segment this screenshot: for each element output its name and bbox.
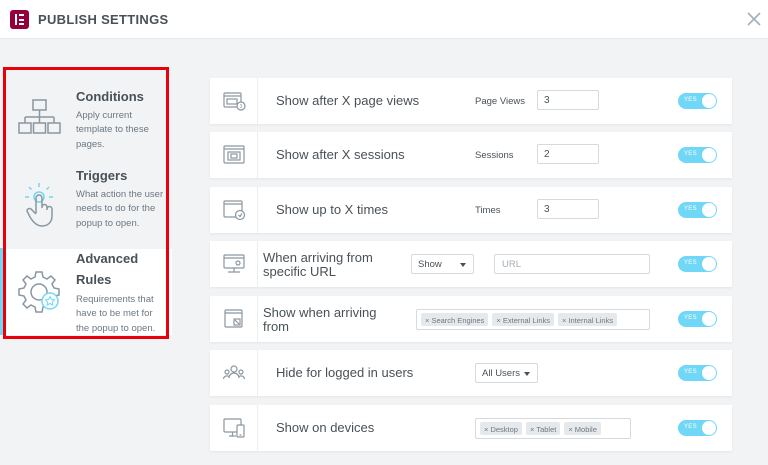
users-icon [210,350,258,396]
sidebar-item-title-line1: Advanced [76,251,139,266]
sidebar-item-advanced-rules[interactable]: Advanced Rules Requirements that have to… [0,249,172,335]
sidebar-item-title: Conditions [76,89,144,104]
rule-specific-url: When arriving from specific URL Show URL… [210,241,732,287]
rule-devices: Show on devices × Desktop × Tablet × Mob… [210,405,732,451]
page-views-input[interactable]: 3 [537,90,599,110]
tag-search-engines[interactable]: × Search Engines [421,313,489,326]
tag-desktop[interactable]: × Desktop [480,422,522,435]
rule-label-line1: When arriving from [263,250,373,265]
field-label: Times [475,205,501,216]
tag-external-links[interactable]: × External Links [492,313,554,326]
sidebar-item-title: Triggers [76,168,128,183]
tag-mobile[interactable]: × Mobile [564,422,601,435]
field-label: Sessions [475,150,514,161]
sidebar-item-title-line2: Rules [76,272,112,287]
devices-toggle[interactable]: YES [678,420,717,436]
modal-title: PUBLISH SETTINGS [38,12,169,27]
active-indicator [0,248,4,335]
rule-label: Show after X page views [276,93,420,108]
rule-logged-in-users: Hide for logged in users All Users YES [210,350,732,396]
rule-label: Show after X sessions [276,147,405,162]
rule-sessions: Show after X sessions Sessions 2 YES [210,132,732,178]
page-views-toggle[interactable]: YES [678,93,717,109]
gear-star-icon [16,268,64,316]
sidebar-item-desc: What action the user needs to do for the… [76,189,164,229]
toggle-label: YES [684,206,697,212]
logged-in-toggle[interactable]: YES [678,365,717,381]
toggle-knob [702,257,716,271]
rule-page-views: 3 Show after X page views Page Views 3 Y… [210,78,732,124]
field-label: Page Views [475,96,525,107]
toggle-label: YES [684,424,697,430]
sessions-toggle[interactable]: YES [678,147,717,163]
svg-text:3: 3 [240,104,243,110]
page-views-icon: 3 [210,78,258,124]
toggle-knob [702,148,716,162]
arriving-from-toggle[interactable]: YES [678,311,717,327]
select-value: Show [418,259,442,270]
modal-header: PUBLISH SETTINGS [0,0,768,39]
rule-label-line1: Show when arriving [263,305,377,320]
toggle-knob [702,366,716,380]
rule-label-line2: specific URL [263,264,336,279]
select-value: All Users [482,368,521,379]
sidebar-item-desc: Apply current template to these pages. [76,110,149,150]
toggle-knob [702,312,716,326]
toggle-knob [702,94,716,108]
url-toggle[interactable]: YES [678,256,717,272]
toggle-knob [702,421,716,435]
conditions-icon [16,94,64,142]
times-toggle[interactable]: YES [678,202,717,218]
sessions-input[interactable]: 2 [537,144,599,164]
chevron-down-icon [460,263,466,267]
sidebar-item-conditions[interactable]: Conditions Apply current template to the… [0,78,172,162]
rules-panel: 3 Show after X page views Page Views 3 Y… [172,39,768,465]
toggle-label: YES [684,315,697,321]
times-icon [210,187,258,233]
url-icon [210,241,258,287]
rule-label-line2: from [263,319,289,334]
url-input[interactable]: URL [494,254,650,274]
close-icon[interactable] [746,11,762,27]
sessions-icon [210,132,258,178]
pointer-hand-icon [16,180,64,228]
rule-label: Hide for logged in users [276,365,414,380]
toggle-label: YES [684,260,697,266]
rule-label: Show up to X times [276,202,388,217]
devices-icon [210,405,258,451]
rule-times: Show up to X times Times 3 YES [210,187,732,233]
toggle-label: YES [684,151,697,157]
devices-tag-field[interactable]: × Desktop × Tablet × Mobile [475,418,631,439]
times-input[interactable]: 3 [537,199,599,219]
tag-tablet[interactable]: × Tablet [525,422,561,435]
url-show-select[interactable]: Show [411,254,474,274]
elementor-logo-icon [10,10,29,29]
users-select[interactable]: All Users [475,363,538,383]
toggle-label: YES [684,369,697,375]
sidebar-item-triggers[interactable]: Triggers What action the user needs to d… [0,166,172,248]
rule-arriving-from: Show when arriving from × Search Engines… [210,296,732,342]
sources-tag-field[interactable]: × Search Engines × External Links × Inte… [416,309,650,330]
tag-internal-links[interactable]: × Internal Links [558,313,618,326]
sidebar-item-desc: Requirements that have to be met for the… [76,294,156,334]
arriving-from-icon [210,296,258,342]
rule-label: Show on devices [276,420,375,435]
chevron-down-icon [524,372,530,376]
toggle-knob [702,203,716,217]
toggle-label: YES [684,97,697,103]
